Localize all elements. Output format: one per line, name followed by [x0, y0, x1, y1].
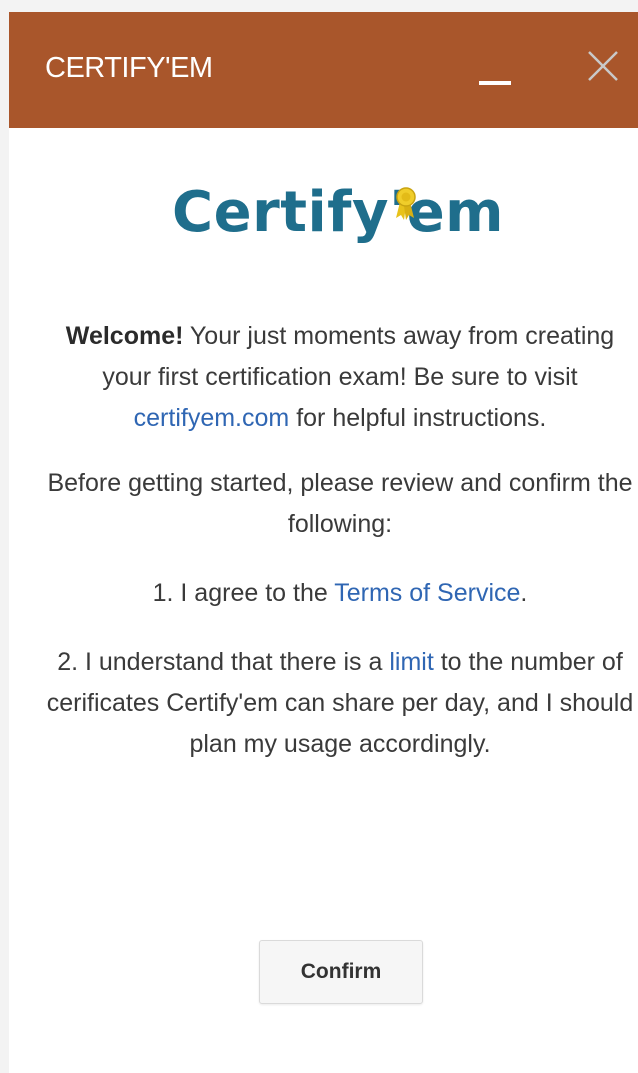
award-ribbon-icon — [396, 187, 416, 220]
terms-item-suffix: . — [520, 579, 528, 607]
limit-item-prefix: 2. I understand that there is a — [57, 648, 390, 676]
window-left-edge — [0, 12, 9, 1073]
terms-item: 1. I agree to the Terms of Service. — [45, 573, 635, 614]
addon-sidebar-panel: CERTIFY'EM Certify'em Welcome! Your just… — [9, 12, 638, 1073]
logo-text-certify: Certify — [172, 180, 390, 245]
minimize-button[interactable] — [469, 48, 513, 92]
logo-text-em: em — [406, 180, 505, 245]
sidebar-titlebar: CERTIFY'EM — [9, 12, 638, 128]
sidebar-title: CERTIFY'EM — [45, 52, 213, 84]
limit-item: 2. I understand that there is a limit to… — [45, 642, 635, 765]
close-icon — [588, 51, 618, 81]
terms-item-prefix: 1. I agree to the — [152, 579, 335, 607]
review-paragraph: Before getting started, please review an… — [47, 469, 633, 538]
welcome-heading: Welcome! — [65, 322, 184, 350]
terms-of-service-link[interactable]: Terms of Service — [334, 579, 520, 607]
welcome-tail: for helpful instructions. — [289, 404, 547, 432]
close-button[interactable] — [581, 44, 625, 88]
minimize-icon — [479, 81, 511, 85]
window-top-edge — [0, 0, 638, 12]
welcome-content: Welcome! Your just moments away from cre… — [45, 316, 635, 765]
limit-link[interactable]: limit — [389, 648, 433, 676]
certifyem-logo: Certify'em — [172, 180, 512, 260]
welcome-paragraph: Welcome! Your just moments away from cre… — [45, 316, 635, 439]
confirm-button[interactable]: Confirm — [259, 940, 423, 1004]
certifyem-link[interactable]: certifyem.com — [134, 404, 290, 432]
